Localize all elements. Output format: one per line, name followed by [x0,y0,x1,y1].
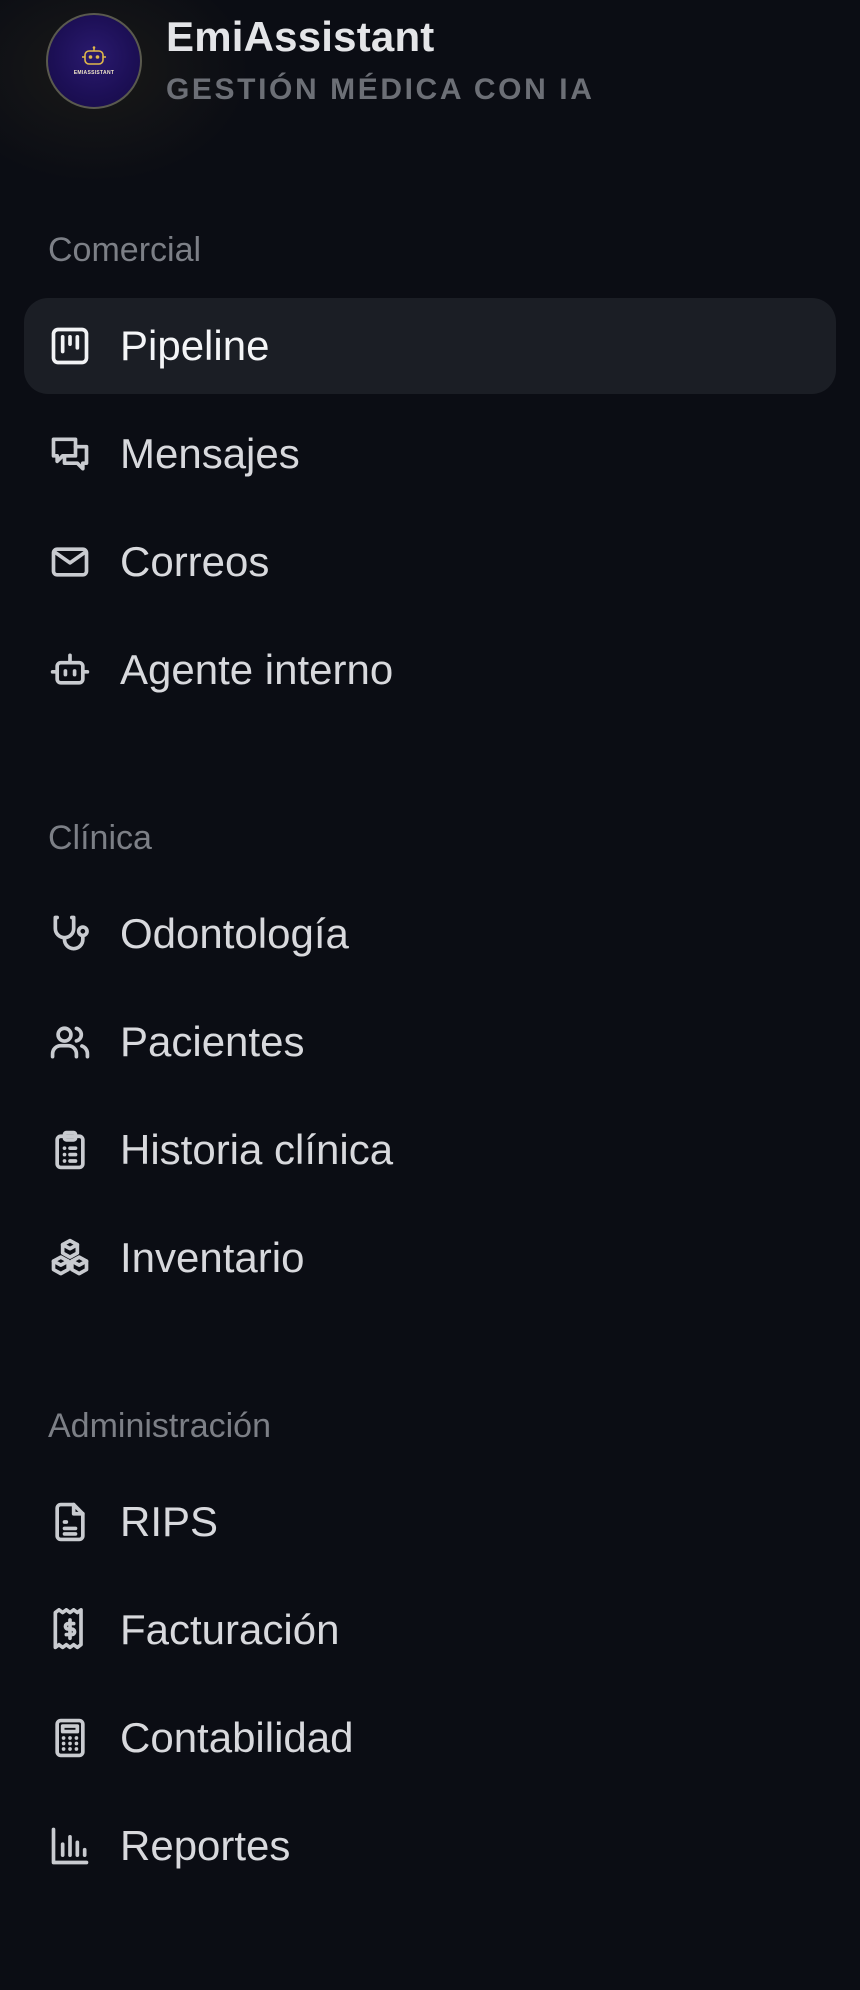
boxes-icon [48,1236,92,1280]
nav-label: Reportes [120,1822,291,1869]
nav-item-rips[interactable]: RIPS [24,1474,836,1570]
nav-item-reportes[interactable]: Reportes [24,1798,836,1894]
nav-item-historia-clinica[interactable]: Historia clínica [24,1102,836,1198]
nav-item-pacientes[interactable]: Pacientes [24,994,836,1090]
nav-item-inventario[interactable]: Inventario [24,1210,836,1306]
nav-label: Correos [120,538,270,585]
mail-icon [48,540,92,584]
nav-label: Historia clínica [120,1126,394,1173]
nav-item-correos[interactable]: Correos [24,514,836,610]
nav-item-facturacion[interactable]: Facturación [24,1582,836,1678]
sidebar: EMIASSISTANT EmiAssistant GESTIÓN MÉDICA… [0,0,860,1990]
calculator-icon [48,1716,92,1760]
section-title-administracion: Administración [48,1407,271,1445]
brand-header[interactable]: EMIASSISTANT EmiAssistant GESTIÓN MÉDICA… [46,13,595,109]
users-icon [48,1020,92,1064]
nav-label: Pacientes [120,1018,305,1065]
nav-item-agente-interno[interactable]: Agente interno [24,622,836,718]
app-subtitle: GESTIÓN MÉDICA CON IA [166,73,595,106]
nav-label: Contabilidad [120,1714,354,1761]
app-logo[interactable]: EMIASSISTANT [46,13,142,109]
section-title-clinica: Clínica [48,819,152,857]
section-title-comercial: Comercial [48,231,202,269]
stethoscope-icon [48,912,92,956]
kanban-icon [48,324,92,368]
nav-label: RIPS [120,1498,219,1545]
nav-label: Pipeline [120,322,270,369]
bar-chart-icon [48,1824,92,1868]
nav-item-mensajes[interactable]: Mensajes [24,406,836,502]
file-text-icon [48,1500,92,1544]
nav-item-pipeline[interactable]: Pipeline [24,298,836,394]
chat-bubbles-icon [48,432,92,476]
nav-label: Odontología [120,910,349,957]
app-title: EmiAssistant [166,13,435,60]
nav-label: Inventario [120,1234,305,1281]
nav-item-contabilidad[interactable]: Contabilidad [24,1690,836,1786]
nav-label: Agente interno [120,646,394,693]
nav-item-odontologia[interactable]: Odontología [24,886,836,982]
logo-wordmark: EMIASSISTANT [73,70,115,76]
nav-label: Facturación [120,1606,340,1653]
receipt-dollar-icon [48,1608,92,1652]
robot-logo-icon [82,46,106,65]
nav-label: Mensajes [120,430,300,477]
robot-icon [48,648,92,692]
clipboard-list-icon [48,1128,92,1172]
